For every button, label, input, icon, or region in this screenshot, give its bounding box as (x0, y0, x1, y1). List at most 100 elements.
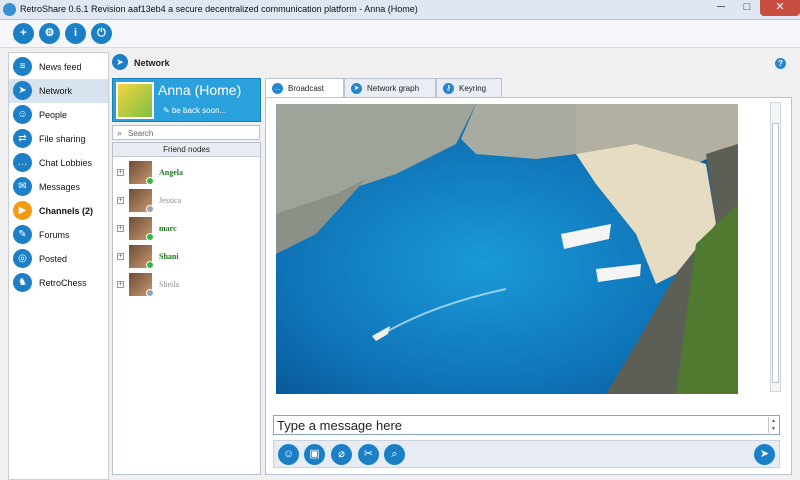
posted-icon: ◎ (13, 249, 32, 268)
image-icon[interactable]: ▣ (304, 444, 325, 465)
minimize-button[interactable]: ─ (708, 0, 734, 16)
expand-icon[interactable]: + (117, 197, 124, 204)
list-item[interactable]: + Angela (113, 159, 260, 187)
profile-card[interactable]: Anna (Home) ✎ be back soon... (112, 78, 261, 122)
sidebar-item-label: Chat Lobbies (39, 158, 93, 168)
friend-name: Sheila (159, 280, 179, 289)
message-box: ▲▼ (273, 415, 780, 435)
sidebar-item-label: Channels (2) (39, 206, 94, 216)
scrollbar-thumb[interactable] (772, 123, 779, 383)
title-bar: RetroShare 0.6.1 Revision aaf13eb4 a sec… (0, 0, 800, 20)
sidebar-item-people[interactable]: ☺ People (9, 103, 108, 127)
list-item[interactable]: + Jessica (113, 187, 260, 215)
main-toolbar: + ⚙ i ⏻ (0, 20, 800, 48)
message-input[interactable] (277, 418, 762, 433)
keyring-icon: ⚷ (443, 83, 454, 94)
friend-list: Friend nodes + Angela + Jessica + marc +… (112, 142, 261, 475)
sidebar-item-network[interactable]: ➤ Network (9, 79, 108, 103)
help-icon[interactable]: ? (775, 58, 786, 69)
sidebar-item-label: Posted (39, 254, 68, 264)
search-input[interactable] (128, 127, 256, 139)
attach-icon[interactable]: ⌀ (331, 444, 352, 465)
message-spinner[interactable]: ▲ ▼ (768, 417, 778, 433)
channels-icon: ▶ (13, 201, 32, 220)
profile-status[interactable]: ✎ be back soon... (163, 106, 226, 115)
tab-bar: … Broadcast ➤ Network graph ⚷ Keyring (265, 78, 792, 98)
broadcast-panel: ▲▼ ☺ ▣ ⌀ ✂ ⌕ ➤ (265, 97, 792, 475)
search-icon: ⌕ (117, 128, 123, 138)
pencil-icon: ✎ (163, 106, 172, 115)
app-logo-icon (3, 3, 16, 16)
sidebar: ≡ News feed ➤ Network ☺ People ⇄ File sh… (8, 52, 109, 480)
list-item[interactable]: + Sheila (113, 271, 260, 299)
info-icon[interactable]: i (65, 23, 86, 44)
tab-broadcast[interactable]: … Broadcast (265, 78, 344, 98)
settings-icon[interactable]: ⚙ (39, 23, 60, 44)
network-icon: ➤ (13, 81, 32, 100)
friend-name: Angela (159, 168, 183, 177)
tab-network-graph[interactable]: ➤ Network graph (344, 78, 436, 97)
network-graph-icon: ➤ (351, 83, 362, 94)
sidebar-item-retrochess[interactable]: ♞ RetroChess (9, 271, 108, 295)
forums-icon: ✎ (13, 225, 32, 244)
news-feed-icon: ≡ (13, 57, 32, 76)
sidebar-item-label: Network (39, 86, 73, 96)
broadcast-icon: … (272, 83, 283, 94)
expand-icon[interactable]: + (117, 281, 124, 288)
sidebar-item-messages[interactable]: ✉ Messages (9, 175, 108, 199)
sidebar-item-label: News feed (39, 62, 82, 72)
online-status-icon (146, 233, 154, 241)
expand-icon[interactable]: + (117, 225, 124, 232)
friend-name: Shani (159, 252, 179, 261)
window-title: RetroShare 0.6.1 Revision aaf13eb4 a sec… (20, 4, 418, 14)
search-box: ⌕ (112, 125, 260, 140)
page-title: Network (134, 58, 170, 68)
sidebar-item-news-feed[interactable]: ≡ News feed (9, 55, 108, 79)
friend-name: marc (159, 224, 177, 233)
online-status-icon (146, 261, 154, 269)
file-sharing-icon: ⇄ (13, 129, 32, 148)
sidebar-item-channels[interactable]: ▶ Channels (2) (9, 199, 108, 223)
tools-icon[interactable]: ✂ (358, 444, 379, 465)
chat-lobbies-icon: … (13, 153, 32, 172)
network-icon: ➤ (112, 54, 128, 70)
people-icon: ☺ (13, 105, 32, 124)
status-text: be back soon... (171, 106, 227, 115)
expand-icon[interactable]: + (117, 253, 124, 260)
tab-label: Keyring (459, 84, 487, 93)
sidebar-item-chat-lobbies[interactable]: … Chat Lobbies (9, 151, 108, 175)
list-item[interactable]: + Shani (113, 243, 260, 271)
retrochess-icon: ♞ (13, 273, 32, 292)
list-item[interactable]: + marc (113, 215, 260, 243)
tab-keyring[interactable]: ⚷ Keyring (436, 78, 502, 97)
friend-list-header[interactable]: Friend nodes (113, 143, 260, 157)
profile-name: Anna (Home) (158, 82, 242, 98)
sidebar-item-label: Messages (39, 182, 81, 192)
online-status-icon (146, 177, 154, 185)
maximize-button[interactable]: □ (734, 0, 760, 16)
add-friend-icon[interactable]: + (13, 23, 34, 44)
emoji-icon[interactable]: ☺ (278, 444, 299, 465)
friend-name: Jessica (159, 196, 182, 205)
send-icon[interactable]: ➤ (754, 444, 775, 465)
close-button[interactable]: ✕ (760, 0, 800, 16)
tab-label: Broadcast (288, 84, 325, 93)
tab-label: Network graph (367, 84, 420, 93)
offline-status-icon (146, 289, 154, 297)
sidebar-item-label: File sharing (39, 134, 86, 144)
offline-status-icon (146, 205, 154, 213)
search-text-icon[interactable]: ⌕ (384, 444, 405, 465)
sidebar-item-label: RetroChess (39, 278, 87, 288)
expand-icon[interactable]: + (117, 169, 124, 176)
sidebar-item-posted[interactable]: ◎ Posted (9, 247, 108, 271)
avatar[interactable] (116, 82, 154, 119)
sidebar-item-label: Forums (39, 230, 70, 240)
chat-actions-bar: ☺ ▣ ⌀ ✂ ⌕ ➤ (273, 440, 780, 468)
shared-photo (276, 104, 738, 394)
sidebar-item-file-sharing[interactable]: ⇄ File sharing (9, 127, 108, 151)
messages-icon: ✉ (13, 177, 32, 196)
sidebar-item-label: People (39, 110, 68, 120)
sidebar-item-forums[interactable]: ✎ Forums (9, 223, 108, 247)
power-icon[interactable]: ⏻ (91, 23, 112, 44)
vertical-scrollbar[interactable] (770, 102, 781, 392)
